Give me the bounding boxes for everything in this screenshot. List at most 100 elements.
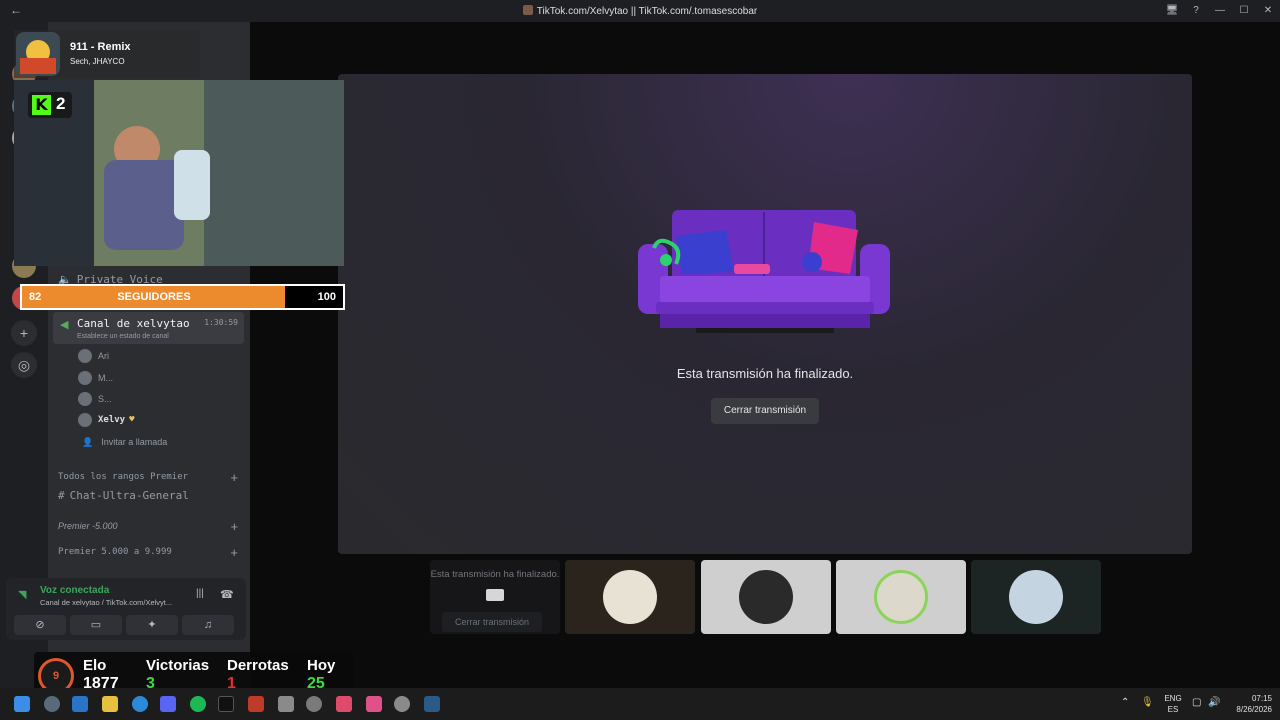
app-icon[interactable]: [336, 696, 352, 712]
voice-connected-title: Voz conectada: [40, 585, 110, 596]
hash-icon: #: [58, 488, 65, 502]
steam-icon[interactable]: [424, 696, 440, 712]
category-premier[interactable]: Todos los rangos Premier +: [58, 468, 242, 486]
edge-icon[interactable]: [132, 696, 148, 712]
soundboard-icon: ♫: [203, 619, 213, 631]
elo-label: Elo: [83, 657, 107, 674]
app-icon[interactable]: [306, 696, 322, 712]
plus-icon[interactable]: +: [230, 545, 238, 560]
activities-button[interactable]: ✦: [126, 615, 178, 635]
follower-goal-label: SEGUIDORES: [117, 291, 191, 303]
activities-icon: ✦: [147, 619, 157, 631]
thumbnail-close-button[interactable]: Cerrar transmisión: [442, 612, 542, 632]
minimize-button[interactable]: —: [1208, 0, 1232, 22]
explore-icon[interactable]: ◎: [11, 352, 37, 378]
voice-connected-panel: ◥ Voz conectada Canal de xelvytao / TikT…: [6, 578, 246, 640]
screen-share-button[interactable]: ▭: [70, 615, 122, 635]
valorant-icon[interactable]: [248, 696, 264, 712]
app-icon[interactable]: [278, 696, 294, 712]
avatar: [1009, 570, 1063, 624]
category-premier-5000-9999[interactable]: Premier 5.000 a 9.999 +: [58, 543, 242, 561]
stream-view: Esta transmisión ha finalizado. Cerrar t…: [338, 74, 1192, 554]
voice-member[interactable]: Ari: [78, 347, 109, 365]
stream-ended-message: Esta transmisión ha finalizado.: [676, 366, 854, 381]
participant-tile[interactable]: [701, 560, 831, 634]
follower-goal-bar: 82 SEGUIDORES 100: [20, 284, 345, 310]
avatar: [739, 570, 793, 624]
avatar: [603, 570, 657, 624]
maximize-button[interactable]: ☐: [1232, 0, 1256, 22]
avatar: [874, 570, 928, 624]
thumbnail-ended-text: Esta transmisión ha finalizado.: [430, 569, 560, 580]
voice-member[interactable]: Xelvy ♥: [78, 411, 135, 429]
voice-channel-name: Canal de xelvytao: [77, 317, 190, 330]
voice-member[interactable]: S...: [78, 390, 112, 408]
plus-icon[interactable]: +: [230, 470, 238, 485]
heart-icon: ♥: [129, 415, 135, 425]
voice-connected-subtitle[interactable]: Canal de xelvytao / TikTok.com/Xelvyt...: [40, 598, 172, 607]
kick-icon: K: [32, 95, 51, 115]
participant-tile[interactable]: [565, 560, 695, 634]
kick-count: 2: [56, 94, 66, 113]
stream-thumbnail[interactable]: Esta transmisión ha finalizado. Cerrar t…: [430, 560, 560, 634]
avatar: [78, 413, 92, 427]
taskbar: ⌃ 🎙 ENG ES ▢ 🔊 07:15 8/26/2026: [0, 688, 1280, 720]
close-stream-button[interactable]: Cerrar transmisión: [711, 398, 819, 424]
channel-chat-ultra-general[interactable]: # Chat-Ultra-General: [58, 486, 242, 504]
language-indicator[interactable]: ENG ES: [1160, 693, 1186, 715]
folder-icon[interactable]: [102, 696, 118, 712]
soundboard-button[interactable]: ♫: [182, 615, 234, 635]
category-premier-5000[interactable]: Premier -5.000 +: [58, 517, 242, 535]
noise-suppression-icon[interactable]: |||: [196, 588, 204, 599]
today-label: Hoy: [307, 657, 336, 674]
camera-toggle-button[interactable]: ⊘: [14, 615, 66, 635]
voice-channel-active[interactable]: ◀ Canal de xelvytao 1:30:59 Establece un…: [53, 312, 244, 344]
obs-icon[interactable]: [394, 696, 410, 712]
person-add-icon: 👤: [82, 436, 94, 447]
follower-goal-target: 100: [317, 291, 336, 303]
voice-channel-timer: 1:30:59: [204, 318, 238, 327]
camera-off-icon: ⊘: [35, 619, 45, 631]
voice-channel-status[interactable]: Establece un estado de canal: [77, 333, 169, 340]
avatar: [78, 371, 92, 385]
chevron-up-icon[interactable]: ⌃: [1121, 697, 1129, 708]
losses-label: Derrotas: [227, 657, 289, 674]
discord-icon[interactable]: [160, 696, 176, 712]
plus-icon[interactable]: +: [230, 519, 238, 534]
speaker-icon: ◀: [60, 319, 69, 331]
monitor-icon: [486, 589, 504, 601]
add-server-icon[interactable]: +: [11, 320, 37, 346]
microphone-icon[interactable]: 🎙: [1141, 697, 1154, 708]
signal-icon: ◥: [18, 589, 27, 601]
app-icon[interactable]: [44, 696, 60, 712]
disconnect-icon[interactable]: ☎: [220, 588, 234, 601]
close-window-button[interactable]: ✕: [1256, 0, 1280, 22]
spotify-icon[interactable]: [190, 696, 206, 712]
sofa-illustration: [638, 210, 890, 333]
window-title: TikTok.com/Xelvytao || TikTok.com/.tomas…: [0, 5, 1280, 17]
participant-tile[interactable]: [836, 560, 966, 634]
song-artist: Sech, JHAYCO: [70, 57, 125, 66]
clock[interactable]: 07:15 8/26/2026: [1226, 693, 1272, 715]
song-title: 911 - Remix: [70, 41, 131, 53]
screen-share-icon: ▭: [90, 619, 102, 631]
tiktok-icon[interactable]: [218, 696, 234, 712]
help-icon[interactable]: ?: [1184, 0, 1208, 22]
kick-badge: K 2: [28, 92, 72, 118]
windows-start-icon[interactable]: [14, 696, 30, 712]
screen-icon[interactable]: 🖥: [1160, 0, 1184, 22]
tiktok-icon: [522, 5, 533, 15]
album-art: [16, 32, 60, 76]
app-icon[interactable]: [72, 696, 88, 712]
participant-tile[interactable]: [971, 560, 1101, 634]
network-icon[interactable]: ▢: [1192, 697, 1201, 708]
window-titlebar: ← TikTok.com/Xelvytao || TikTok.com/.tom…: [0, 0, 1280, 22]
avatar: [78, 392, 92, 406]
tiktok-live-icon[interactable]: [366, 696, 382, 712]
invite-to-call[interactable]: 👤 Invitar a llamada: [78, 433, 167, 451]
avatar: [78, 349, 92, 363]
now-playing-overlay: 911 - Remix Sech, JHAYCO: [14, 30, 200, 78]
volume-icon[interactable]: 🔊: [1208, 697, 1220, 708]
voice-member[interactable]: M...: [78, 369, 113, 387]
wins-label: Victorias: [146, 657, 210, 674]
